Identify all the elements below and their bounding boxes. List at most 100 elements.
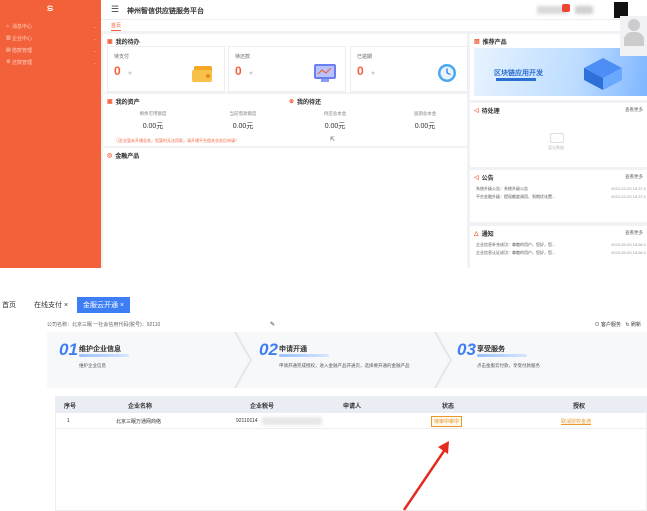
notify-card-header: △ 通知 [474, 229, 494, 238]
wallet-icon [192, 66, 212, 82]
todo-unit: 个 [128, 71, 132, 76]
col-applicant: 申请人 [343, 404, 362, 410]
asset-value: 0.00元 [232, 123, 254, 130]
sidebar-item-loans[interactable]: ▤ 借款管理 ⌄ [0, 44, 101, 56]
notice-card-header: ◁ 公告 [474, 173, 494, 182]
todo-value: 0 [357, 64, 364, 78]
notify-text: 企业信息补充成功：尊敬的用户，您好，您... [476, 242, 556, 247]
top-header: ☰ 神州智信供应链服务平台 [101, 0, 647, 20]
recommend-title: 推荐产品 [482, 40, 507, 46]
pending-card: ◁ 待处理 查看更多 暂无数据 [470, 103, 647, 167]
notify-item[interactable]: 企业信息补充成功：尊敬的用户，您好，您... 2023-05-09 18:56:… [476, 242, 646, 248]
sidebar-item-messages[interactable]: ⌂ 消息中心 ⌄ [0, 20, 101, 32]
logo-icon: ຣ [46, 3, 54, 14]
tab-online-pay[interactable]: 在线支付 × [34, 300, 68, 310]
edit-icon[interactable]: ✎ [270, 321, 275, 328]
todo-unit: 个 [371, 71, 375, 76]
todo-value: 0 [235, 64, 242, 78]
finance-card: ◎ 金融产品 [103, 148, 467, 268]
cell-company-name: 北京三眠万通网商络 [116, 419, 162, 425]
notice-more-link[interactable]: 查看更多 [625, 174, 643, 180]
cell-tax-id: 92110114 [236, 418, 258, 424]
assets-warning: 企业暂未开通业务，您暂时无法用款，请开通平台相关业务后申请！ [119, 138, 239, 143]
blockchain-illustration-icon [584, 58, 622, 90]
empty-text: 暂无数据 [548, 145, 564, 150]
tab-jinfuyun-open[interactable]: 金服云开通 × [77, 297, 131, 313]
notify-item[interactable]: 企业信息认证成功：尊敬的用户，您好，您... 2023-05-09 18:56:… [476, 250, 646, 256]
refresh-link[interactable]: ↻ 刷新 [625, 321, 641, 328]
col-tax-id: 企业税号 [250, 404, 275, 410]
notify-text: 企业信息认证成功：尊敬的用户，您好，您... [476, 250, 556, 255]
redacted-tax-id [262, 417, 322, 425]
sidebar-menu: ⌂ 消息中心 ⌄ ▥ 企业中心 ⌄ ▤ 借款管理 ⌄ ⚙ 还款管理 ⌄ [0, 20, 101, 68]
repay-label: 待还总本金 [323, 111, 347, 116]
todo-card-header: ▣ 我的待办 [107, 37, 140, 46]
todo-unit: 个 [249, 71, 253, 76]
assets-title: 我的资产 [115, 100, 140, 106]
notification-badge[interactable] [562, 4, 570, 12]
wallet-small-icon: ▣ [107, 99, 113, 105]
repay-title: 我的待还 [297, 100, 322, 106]
step-number: 03 [457, 340, 476, 359]
notice-text: 平台金融升级：提现额度调用、到期优化置... [476, 194, 556, 199]
asset-available: 剩余可用额度 0.00元 [111, 111, 195, 131]
assets-card-header: ▣ 我的资产 [107, 97, 140, 106]
todo-item-overdue[interactable]: 已逾期 0 个 [350, 46, 468, 92]
asset-borrowed: 当前借款额度 0.00元 [201, 111, 285, 131]
sidebar-item-label: 企业中心 [12, 35, 33, 42]
notify-more-link[interactable]: 查看更多 [625, 230, 643, 236]
notify-icon: △ [474, 231, 479, 237]
red-arrow-annotation [402, 441, 449, 511]
step-title: 享受服务 [477, 346, 505, 353]
todo-item-pay[interactable]: 待支付 0 个 [107, 46, 225, 92]
asset-label: 剩余可用额度 [139, 111, 167, 116]
banner-text: 区块链应用开发 [494, 70, 543, 77]
repay-value: 0.00元 [324, 123, 346, 130]
sidebar-item-label: 借款管理 [12, 47, 33, 54]
notice-date: 2022-03-29 16:37:2 [611, 186, 646, 191]
notify-card: △ 通知 查看更多 企业信息补充成功：尊敬的用户，您好，您... 2023-05… [470, 226, 647, 268]
notify-date: 2023-05-09 18:56:2 [611, 250, 646, 255]
step-desc: 点击金服云付款，享受付款服务 [477, 363, 540, 368]
col-auth: 授权 [573, 404, 586, 410]
step-title: 申请开通 [279, 346, 307, 353]
todo-value: 0 [114, 64, 121, 78]
table-header: 序号 企业名称 企业税号 申请人 状态 授权 [56, 397, 647, 413]
pending-more-link[interactable]: 查看更多 [625, 107, 643, 113]
cell-index: 1 [67, 418, 70, 424]
notice-date: 2022-03-29 16:37:1 [611, 194, 646, 199]
col-status: 状态 [442, 404, 455, 410]
customer-service-link[interactable]: ⊙ 客户服务 [595, 321, 621, 328]
notice-text: 系统升级公告：系统升级公告 [476, 186, 528, 191]
notice-item[interactable]: 平台金融升级：提现额度调用、到期优化置... 2022-03-29 16:37:… [476, 194, 646, 200]
chevron-down-icon: ⌄ [93, 59, 97, 65]
notify-date: 2023-05-09 18:56:2 [611, 242, 646, 247]
recommend-card-header: ▧ 推荐产品 [474, 37, 507, 46]
todo-item-repay[interactable]: 待还款 0 个 [228, 46, 346, 92]
bottom-tabs: 首页 在线支付 × 金服云开通 × [0, 292, 647, 320]
col-company-name: 企业名称 [128, 404, 153, 410]
tab-home[interactable]: 首页 [111, 22, 122, 31]
sidebar-item-company[interactable]: ▥ 企业中心 ⌄ [0, 32, 101, 44]
side-avatar-bg [620, 16, 647, 56]
menu-toggle-icon[interactable]: ☰ [111, 4, 119, 15]
notice-item[interactable]: 系统升级公告：系统升级公告 2022-03-29 16:37:2 [476, 186, 646, 192]
sidebar-item-repay[interactable]: ⚙ 还款管理 ⌄ [0, 56, 101, 68]
step-desc: 维护企业信息 [79, 363, 106, 368]
tab-home[interactable]: 首页 [2, 300, 16, 310]
chevron-right-icon [434, 332, 453, 388]
repay-card-header: ⊕ 我的待还 [289, 97, 321, 106]
todo-label: 已逾期 [357, 54, 373, 60]
refresh-label: 刷新 [630, 322, 641, 328]
chevron-down-icon: ⌄ [93, 47, 97, 53]
chevron-down-icon: ⌄ [93, 35, 97, 41]
cancel-auth-link[interactable]: 取消授权金通 [561, 418, 591, 425]
monitor-icon [314, 64, 336, 82]
user-icon [628, 19, 640, 31]
repay-label: 逾期总本金 [413, 111, 437, 116]
pending-icon: ◁ [474, 108, 479, 114]
recommend-card: ▧ 推荐产品 区块链应用开发 [470, 16, 647, 100]
step-bar [79, 354, 129, 357]
sidebar-item-label: 消息中心 [12, 23, 33, 30]
pending-card-header: ◁ 待处理 [474, 106, 500, 115]
